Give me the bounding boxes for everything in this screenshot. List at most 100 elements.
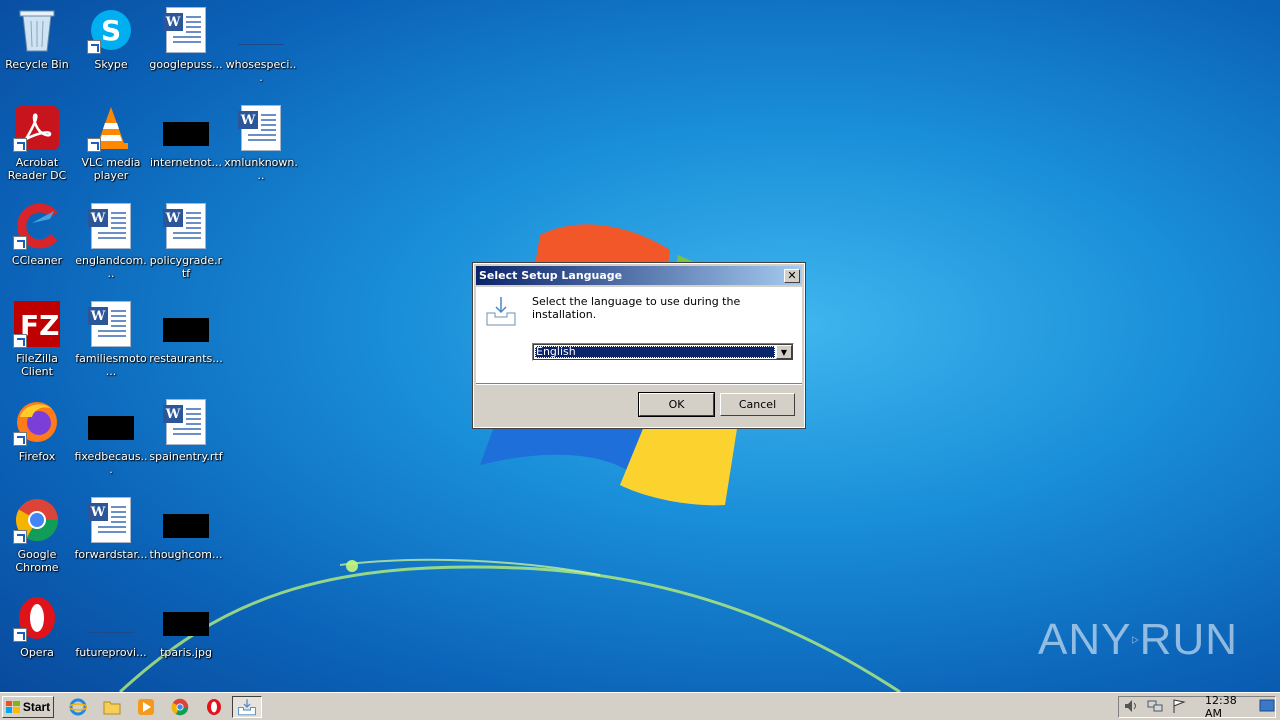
desktop-icon-ccleaner[interactable]: CCleaner: [0, 202, 74, 292]
redacted-file-icon: [162, 300, 210, 348]
dialog-separator: [476, 383, 802, 385]
redacted-file-icon: [162, 594, 210, 642]
desktop-icon-label: Recycle Bin: [5, 58, 69, 71]
desktop-icon-policygrade[interactable]: W policygrade.rtf: [149, 202, 223, 292]
desktop-icon-xmlunknown[interactable]: W xmlunknown...: [224, 104, 298, 194]
desktop-icon-filezilla[interactable]: FZ FileZilla Client: [0, 300, 74, 390]
setup-installer-icon: [486, 297, 516, 326]
internet-explorer-icon[interactable]: [68, 697, 88, 717]
play-icon: [1132, 636, 1140, 644]
filezilla-icon: FZ: [13, 300, 61, 348]
network-icon[interactable]: [1147, 698, 1163, 717]
acrobat-icon: [13, 104, 61, 152]
desktop-icon-label: whosespeci...: [225, 58, 297, 84]
clock[interactable]: 12:38 AM: [1205, 694, 1251, 720]
explorer-folder-icon[interactable]: [102, 697, 122, 717]
desktop-icon-label: VLC media player: [81, 156, 141, 182]
shortcut-arrow-icon: [13, 138, 27, 152]
word-document-icon: W: [162, 202, 210, 250]
word-document-icon: W: [87, 300, 135, 348]
desktop-icon-spainentry[interactable]: W spainentry.rtf: [149, 398, 223, 488]
opera-icon: [13, 594, 61, 642]
desktop-icon-chrome[interactable]: Google Chrome: [0, 496, 74, 586]
windows-logo-icon: [5, 700, 20, 713]
blank-file-icon: [87, 594, 135, 642]
opera-icon[interactable]: [204, 697, 224, 717]
recycle-bin-icon: [13, 6, 61, 54]
desktop-icon-label: FileZilla Client: [16, 352, 58, 378]
redacted-file-icon: [87, 398, 135, 446]
dialog-title: Select Setup Language: [479, 269, 623, 282]
desktop-icon-label: forwardstar...: [74, 548, 148, 561]
watermark-text-left: ANY: [1038, 615, 1132, 664]
desktop-icon-label: xmlunknown...: [224, 156, 298, 182]
desktop-icon-forwardstar[interactable]: W forwardstar...: [74, 496, 148, 586]
desktop-icon-whosespeci[interactable]: whosespeci...: [224, 6, 298, 96]
cancel-button[interactable]: Cancel: [720, 393, 795, 416]
taskbar: Start 12:38 AM: [0, 692, 1280, 720]
quick-launch: [68, 695, 262, 718]
word-document-icon: W: [237, 104, 285, 152]
system-tray: 12:38 AM: [1118, 694, 1276, 720]
action-center-flag-icon[interactable]: [1171, 698, 1187, 717]
language-select-value: English: [535, 346, 775, 358]
desktop-icon-label: thoughcom...: [149, 548, 223, 561]
skype-icon: S: [87, 6, 135, 54]
word-document-icon: W: [87, 496, 135, 544]
close-button[interactable]: ✕: [784, 268, 800, 283]
shortcut-arrow-icon: [13, 628, 27, 642]
shortcut-arrow-icon: [13, 530, 27, 544]
media-player-icon[interactable]: [136, 697, 156, 717]
word-document-icon: W: [162, 6, 210, 54]
firefox-icon: [13, 398, 61, 446]
desktop-icon-label: Skype: [94, 58, 128, 71]
shortcut-arrow-icon: [13, 236, 27, 250]
chrome-icon: [13, 496, 61, 544]
desktop-icon-label: Opera: [20, 646, 54, 659]
taskbar-setup-button[interactable]: [232, 695, 262, 718]
word-document-icon: W: [87, 202, 135, 250]
desktop-icon-recycle-bin[interactable]: Recycle Bin: [0, 6, 74, 96]
desktop-icon-firefox[interactable]: Firefox: [0, 398, 74, 488]
dialog-titlebar[interactable]: Select Setup Language ✕: [476, 266, 802, 285]
desktop-icon-label: policygrade.rtf: [149, 254, 223, 280]
desktop-icon-familiesmoto[interactable]: W familiesmoto...: [74, 300, 148, 390]
watermark-text-right: RUN: [1139, 615, 1238, 664]
vlc-icon: [87, 104, 135, 152]
desktop-icon-label: englandcom...: [75, 254, 147, 280]
desktop-icon-label: familiesmoto...: [75, 352, 147, 378]
setup-installer-icon: [238, 698, 256, 715]
desktop-icon-vlc[interactable]: VLC media player: [74, 104, 148, 194]
desktop-icon-label: googlepuss...: [149, 58, 223, 71]
word-document-icon: W: [162, 398, 210, 446]
desktop-icon-tparis[interactable]: tparis.jpg: [149, 594, 223, 684]
shortcut-arrow-icon: [13, 432, 27, 446]
language-select[interactable]: English ▼: [532, 343, 794, 361]
blank-file-icon: [237, 6, 285, 54]
desktop-icon-restaurants[interactable]: restaurants...: [149, 300, 223, 390]
svg-text:S: S: [101, 14, 121, 47]
desktop-icon-acrobat[interactable]: Acrobat Reader DC: [0, 104, 74, 194]
chevron-down-icon[interactable]: ▼: [776, 345, 792, 359]
desktop-icon-skype[interactable]: S Skype: [74, 6, 148, 96]
chrome-icon[interactable]: [170, 697, 190, 717]
desktop-icon-englandcom[interactable]: W englandcom...: [74, 202, 148, 292]
ccleaner-icon: [13, 202, 61, 250]
start-button[interactable]: Start: [2, 695, 54, 718]
desktop-icon-internetnot[interactable]: internetnot...: [149, 104, 223, 194]
desktop-icon-label: Firefox: [18, 450, 56, 463]
shortcut-arrow-icon: [87, 40, 101, 54]
desktop-icon-googlepuss[interactable]: W googlepuss...: [149, 6, 223, 96]
instruction-text: Select the language to use during the in…: [532, 295, 741, 321]
shortcut-arrow-icon: [87, 138, 101, 152]
desktop-icon-opera[interactable]: Opera: [0, 594, 74, 684]
desktop-icon-futureprovi[interactable]: futureprovi...: [74, 594, 148, 684]
speaker-icon[interactable]: [1123, 698, 1139, 717]
ok-button[interactable]: OK: [638, 392, 715, 417]
dialog-body: Select the language to use during the in…: [476, 287, 802, 383]
desktop-icon-fixedbecaus[interactable]: fixedbecaus...: [74, 398, 148, 488]
desktop-icon-label: spainentry.rtf: [149, 450, 223, 463]
desktop-icon-thoughcom[interactable]: thoughcom...: [149, 496, 223, 586]
start-label: Start: [22, 699, 51, 714]
show-desktop-icon[interactable]: [1259, 699, 1275, 716]
